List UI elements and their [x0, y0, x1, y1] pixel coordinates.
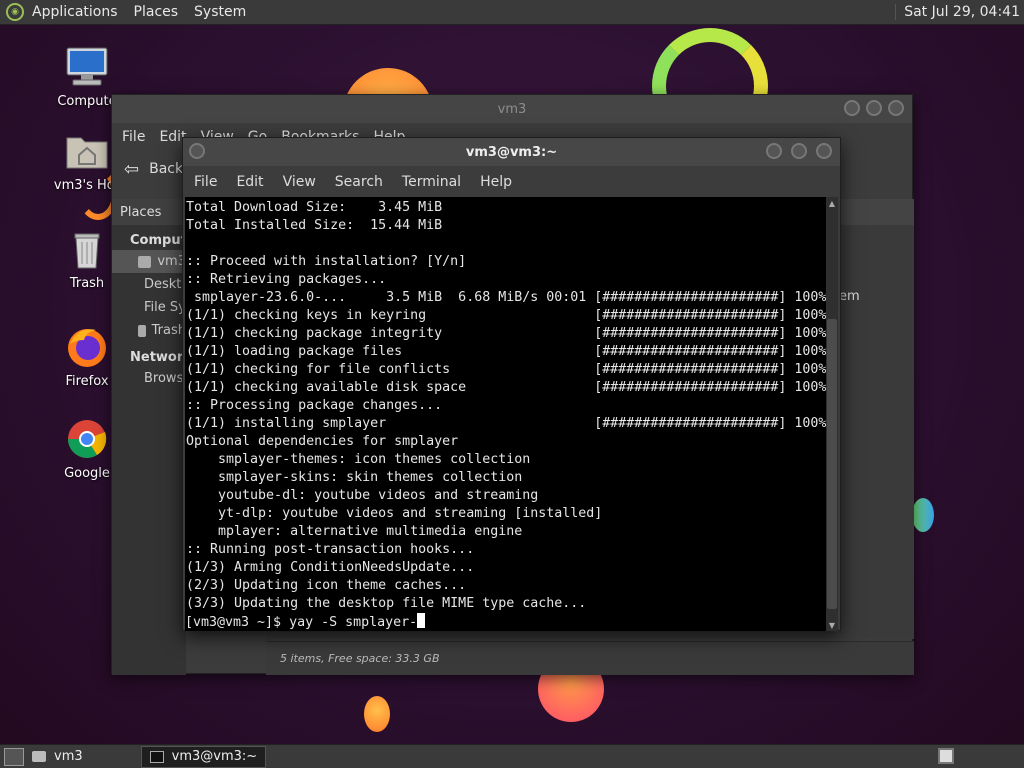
terminal-scrollbar[interactable]: ▲ ▼	[826, 197, 838, 631]
terminal-line: youtube-dl: youtube videos and streaming	[186, 488, 539, 503]
trash-icon	[64, 226, 110, 272]
terminal-line: Total Download Size: 3.45 MiB	[186, 200, 443, 215]
sidebar-item-label: Desktop	[144, 277, 186, 292]
menu-file[interactable]: File	[122, 129, 145, 145]
folder-icon	[32, 751, 46, 762]
terminal-line: :: Retrieving packages...	[186, 272, 387, 287]
taskbar-item-label: vm3@vm3:~	[171, 749, 258, 764]
sidebar-section-network: Network	[130, 350, 192, 365]
terminal-prompt-line[interactable]: [vm3@vm3 ~]$ yay -S smplayer-	[185, 613, 828, 631]
sidebar-item-label: Browse Network	[144, 371, 186, 386]
terminal-prompt: [vm3@vm3 ~]$ yay -S smplayer-	[185, 615, 418, 630]
trash-icon	[138, 324, 146, 337]
sidebar-item-desktop[interactable]: Desktop	[112, 273, 186, 296]
places-menu[interactable]: Places	[134, 4, 179, 20]
sidebar-item-filesystem[interactable]: File System	[112, 296, 186, 319]
terminal-menubar: File Edit View Search Terminal Help	[183, 166, 840, 198]
terminal-window[interactable]: vm3@vm3:~ File Edit View Search Terminal…	[182, 137, 841, 631]
menu-view[interactable]: View	[283, 174, 316, 190]
terminal-line: mplayer: alternative multimedia engine	[186, 524, 523, 539]
sidebar-item-label: File System	[144, 300, 186, 315]
maximize-button[interactable]	[866, 100, 882, 116]
file-manager-titlebar[interactable]: vm3	[112, 95, 912, 123]
terminal-line: (2/3) Updating icon theme caches...	[186, 578, 467, 593]
terminal-line: (3/3) Updating the desktop file MIME typ…	[186, 596, 587, 611]
maximize-button[interactable]	[791, 143, 807, 159]
wallpaper-small-circle	[364, 696, 390, 732]
terminal-line: Optional dependencies for smplayer	[186, 434, 459, 449]
terminal-line: (1/1) checking available disk space [###…	[186, 380, 827, 395]
menu-terminal[interactable]: Terminal	[402, 174, 461, 190]
terminal-line: (1/3) Arming ConditionNeedsUpdate...	[186, 560, 475, 575]
minimize-button[interactable]	[844, 100, 860, 116]
close-button[interactable]	[888, 100, 904, 116]
sidebar-item-home[interactable]: vm3	[112, 250, 186, 273]
top-panel: ◉ Applications Places System Sat Jul 29,…	[0, 0, 1024, 25]
workspace-switcher[interactable]	[938, 748, 954, 764]
menu-help[interactable]: Help	[480, 174, 512, 190]
terminal-line: (1/1) installing smplayer [#############…	[186, 416, 827, 431]
show-desktop-button[interactable]	[4, 747, 24, 766]
terminal-output[interactable]: Total Download Size: 3.45 MiB Total Insta…	[185, 197, 828, 631]
scroll-up-arrow-icon[interactable]: ▲	[826, 197, 838, 209]
window-title: vm3@vm3:~	[465, 144, 558, 160]
window-title: vm3	[497, 101, 527, 117]
wallpaper-right-blob	[912, 498, 934, 532]
taskbar-item-file-manager[interactable]: vm3	[24, 746, 91, 768]
terminal-line: (1/1) checking for file conflicts [#####…	[186, 362, 827, 377]
chrome-icon	[64, 416, 110, 462]
system-menu[interactable]: System	[194, 4, 246, 20]
places-dropdown[interactable]: Places	[112, 199, 186, 225]
close-button[interactable]	[816, 143, 832, 159]
home-icon	[138, 255, 152, 268]
sidebar-section-computer: Computer	[130, 233, 203, 248]
terminal-line: (1/1) checking package integrity [######…	[186, 326, 827, 341]
terminal-icon	[149, 750, 164, 763]
terminal-lines: Total Download Size: 3.45 MiB Total Insta…	[185, 197, 828, 613]
terminal-line: (1/1) checking keys in keyring [########…	[186, 308, 827, 323]
sidebar-item-label: Trash	[151, 323, 186, 338]
applications-menu[interactable]: Applications	[32, 4, 118, 20]
menu-edit[interactable]: Edit	[236, 174, 263, 190]
clock[interactable]: Sat Jul 29, 04:41	[895, 4, 1020, 20]
terminal-line: smplayer-23.6.0-... 3.5 MiB 6.68 MiB/s 0…	[186, 290, 827, 305]
terminal-line: Total Installed Size: 15.44 MiB	[186, 218, 443, 233]
taskbar-item-label: vm3	[54, 749, 83, 764]
terminal-line: yt-dlp: youtube videos and streaming [in…	[186, 506, 603, 521]
text-cursor	[417, 613, 426, 628]
home-folder-icon	[64, 128, 110, 174]
firefox-icon	[64, 324, 110, 370]
menu-file[interactable]: File	[194, 174, 217, 190]
window-menu-button[interactable]	[189, 143, 205, 159]
menu-search[interactable]: Search	[335, 174, 383, 190]
scrollbar-thumb[interactable]	[827, 319, 837, 609]
terminal-line: :: Processing package changes...	[186, 398, 443, 413]
scroll-down-arrow-icon[interactable]: ▼	[826, 619, 838, 631]
bottom-panel: vm3 vm3@vm3:~	[0, 744, 1024, 768]
terminal-line: :: Proceed with installation? [Y/n]	[186, 254, 467, 269]
computer-icon	[64, 44, 110, 90]
terminal-line: (1/1) loading package files [###########…	[186, 344, 827, 359]
sidebar-item-browse-network[interactable]: Browse Network	[112, 367, 186, 390]
file-item-label[interactable]: em	[839, 289, 860, 304]
terminal-titlebar[interactable]: vm3@vm3:~	[183, 138, 840, 166]
terminal-line: :: Running post-transaction hooks...	[186, 542, 475, 557]
terminal-line: smplayer-themes: icon themes collection	[186, 452, 531, 467]
back-button[interactable]: Back	[149, 161, 183, 177]
taskbar-item-terminal[interactable]: vm3@vm3:~	[140, 745, 267, 768]
terminal-line: smplayer-skins: skin themes collection	[186, 470, 523, 485]
distro-logo-icon[interactable]: ◉	[6, 3, 24, 21]
file-manager-sidebar: Places Computer vm3 Desktop File System …	[112, 199, 203, 675]
minimize-button[interactable]	[766, 143, 782, 159]
back-arrow-icon[interactable]: ⇦	[124, 159, 139, 180]
sidebar-item-trash[interactable]: Trash	[112, 319, 186, 342]
status-bar: 5 items, Free space: 33.3 GB	[266, 641, 914, 675]
